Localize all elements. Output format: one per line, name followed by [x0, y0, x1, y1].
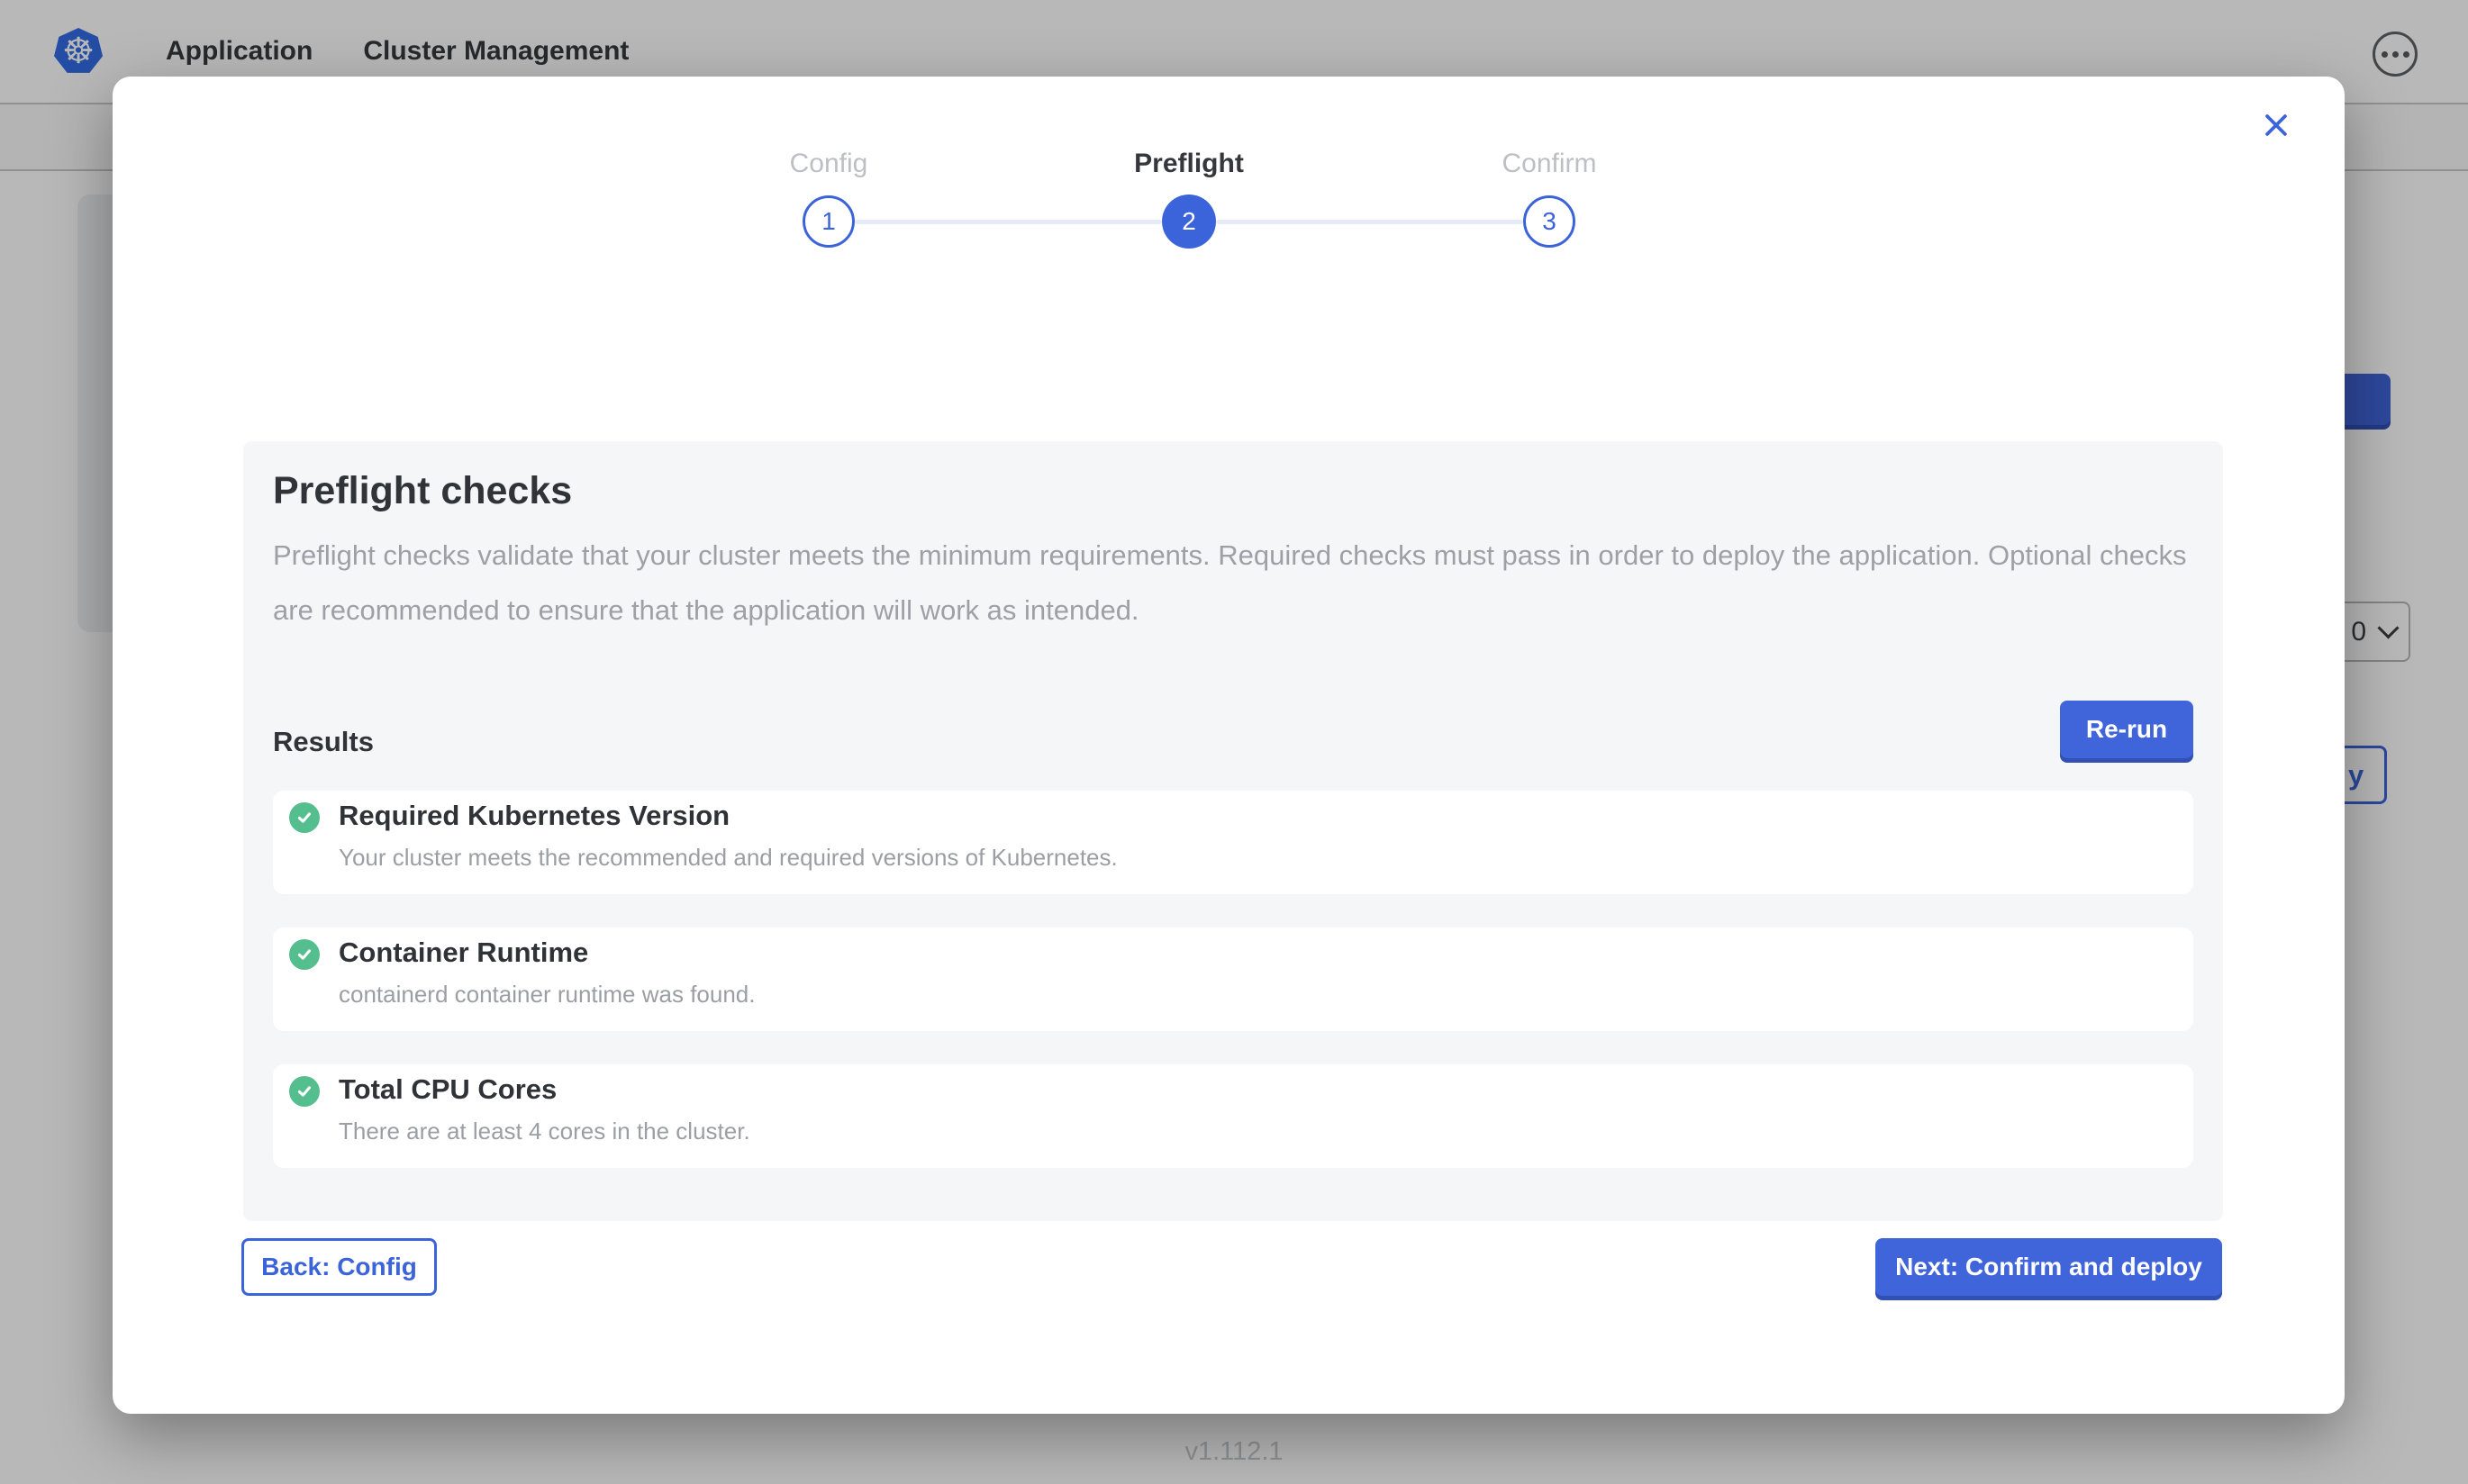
check-title: Container Runtime: [339, 937, 756, 969]
step-label-config: Config: [685, 149, 973, 179]
stepper-connector: [855, 220, 1162, 224]
results-heading: Results: [273, 726, 374, 758]
checkmark-glyph: [295, 945, 314, 964]
step-circle-1[interactable]: 1: [803, 195, 855, 248]
close-x-glyph: [2261, 110, 2291, 140]
preflight-modal: Config Preflight Confirm 1 2 3 Preflight…: [113, 77, 2345, 1414]
step-circle-3[interactable]: 3: [1523, 195, 1575, 248]
check-description: Your cluster meets the recommended and r…: [339, 844, 1118, 872]
check-pass-icon: [289, 1076, 320, 1107]
checkmark-glyph: [295, 808, 314, 828]
rerun-button[interactable]: Re-run: [2060, 701, 2193, 758]
step-label-confirm: Confirm: [1405, 149, 1693, 179]
step-number: 2: [1182, 207, 1196, 236]
step-number: 3: [1542, 207, 1556, 236]
panel-description: Preflight checks validate that your clus…: [273, 528, 2193, 638]
check-pass-icon: [289, 802, 320, 833]
step-number: 1: [821, 207, 836, 236]
close-icon[interactable]: [2255, 104, 2298, 147]
check-title: Required Kubernetes Version: [339, 800, 1118, 832]
preflight-panel: Preflight checks Preflight checks valida…: [243, 441, 2223, 1221]
check-title: Total CPU Cores: [339, 1073, 750, 1106]
back-config-button[interactable]: Back: Config: [241, 1238, 437, 1296]
next-confirm-deploy-button[interactable]: Next: Confirm and deploy: [1875, 1238, 2222, 1296]
stepper-connector: [1216, 220, 1523, 224]
results-header-row: Results Re-run: [273, 701, 2193, 758]
check-text: Total CPU Cores There are at least 4 cor…: [339, 1064, 750, 1145]
check-text: Container Runtime containerd container r…: [339, 928, 756, 1009]
step-circle-2-active[interactable]: 2: [1162, 195, 1216, 249]
checkmark-glyph: [295, 1081, 314, 1101]
check-row-container-runtime: Container Runtime containerd container r…: [273, 928, 2193, 1031]
check-row-kubernetes-version: Required Kubernetes Version Your cluster…: [273, 791, 2193, 894]
check-row-total-cpu-cores: Total CPU Cores There are at least 4 cor…: [273, 1064, 2193, 1168]
check-pass-icon: [289, 939, 320, 970]
check-results-list: Required Kubernetes Version Your cluster…: [273, 791, 2193, 1168]
check-description: There are at least 4 cores in the cluste…: [339, 1118, 750, 1145]
check-description: containerd container runtime was found.: [339, 981, 756, 1009]
panel-title: Preflight checks: [273, 468, 2193, 513]
check-text: Required Kubernetes Version Your cluster…: [339, 791, 1118, 872]
step-label-preflight: Preflight: [1045, 149, 1333, 179]
